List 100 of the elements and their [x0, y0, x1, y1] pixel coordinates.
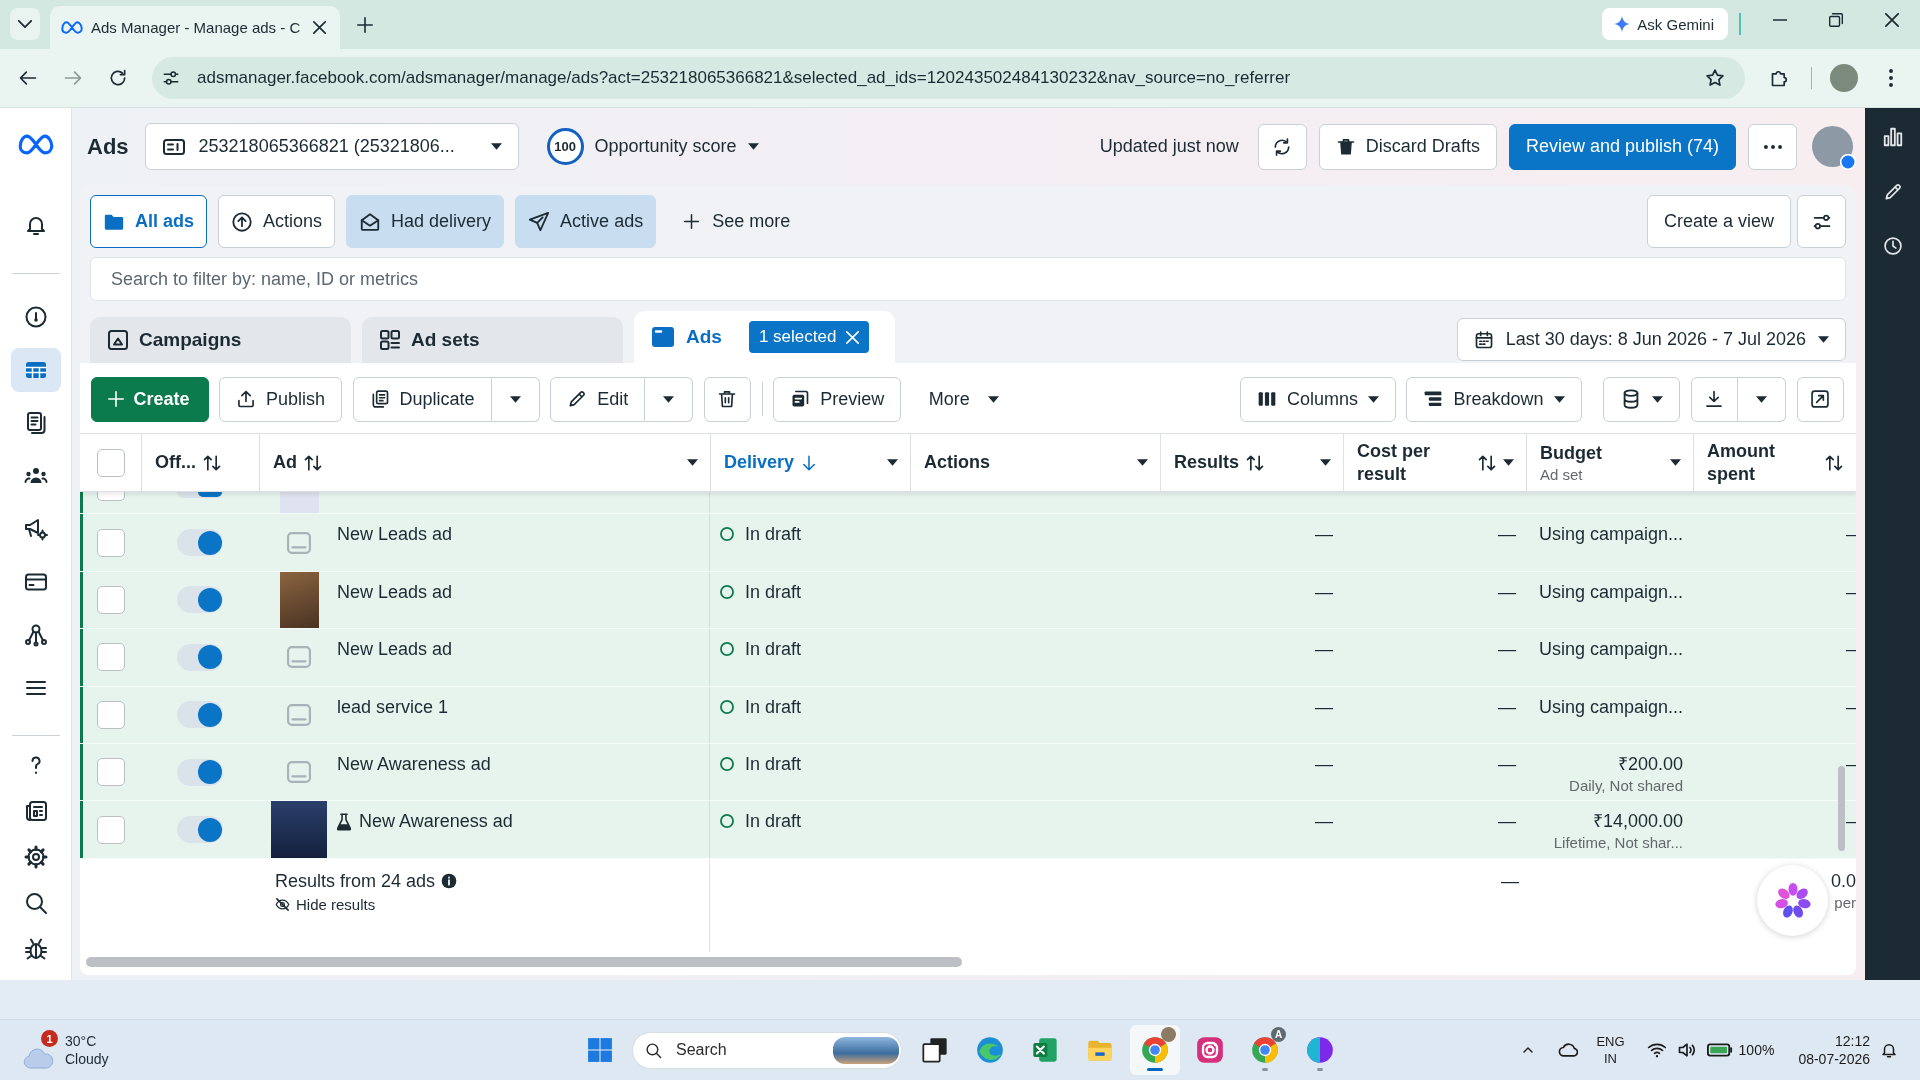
row-checkbox[interactable]: [96, 643, 125, 672]
column-header[interactable]: Budget Ad set: [1526, 434, 1693, 491]
column-header[interactable]: Ad: [259, 434, 710, 491]
ad-name[interactable]: New Awareness ad: [337, 751, 491, 776]
bar-chart-icon[interactable]: [1881, 126, 1904, 148]
browser-tab[interactable]: Ads Manager - Manage ads - C: [50, 6, 340, 49]
amount-value: –: [1846, 523, 1856, 547]
column-header[interactable]: Off...: [141, 434, 259, 491]
filter-button[interactable]: Actions: [218, 195, 336, 248]
horizontal-scrollbar[interactable]: [86, 957, 962, 967]
address-bar[interactable]: adsmanager.facebook.com/adsmanager/manage/ads?act=253218065366821&selected_ad_ids=120243502484130232&nav_source=no_referrer: [152, 57, 1745, 99]
close-icon[interactable]: [313, 21, 326, 34]
see-more-button[interactable]: See more: [684, 201, 791, 242]
caret-icon: [663, 395, 675, 403]
column-header[interactable]: Actions: [910, 434, 1160, 491]
caret-icon[interactable]: [1137, 459, 1148, 466]
row-checkbox[interactable]: [96, 758, 125, 787]
row-checkbox[interactable]: [96, 528, 125, 557]
search-field[interactable]: Search to filter by: name, ID or metrics: [90, 257, 1846, 301]
ad-name[interactable]: New Awareness ad: [359, 809, 513, 834]
language-indicator[interactable]: ENG: [1596, 1033, 1625, 1050]
restore-icon: [1829, 13, 1843, 27]
caret-icon[interactable]: [687, 459, 698, 466]
ad-thumbnail[interactable]: [271, 801, 327, 858]
row-checkbox[interactable]: [96, 815, 125, 844]
ad-name[interactable]: lead service 1: [337, 694, 449, 719]
review-publish-button[interactable]: Review and publish (74): [1508, 123, 1736, 170]
caret-icon[interactable]: [1320, 459, 1331, 466]
caret-icon[interactable]: [1503, 459, 1514, 466]
filter-button[interactable]: Active ads: [515, 195, 657, 248]
reports-button[interactable]: [1603, 376, 1680, 422]
column-header[interactable]: Cost per result: [1343, 434, 1526, 491]
region-indicator[interactable]: IN: [1603, 1050, 1617, 1067]
columns-button[interactable]: Columns: [1239, 376, 1396, 422]
preview-button[interactable]: Preview: [773, 376, 902, 422]
column-header[interactable]: Delivery: [710, 434, 910, 491]
ad-thumbnail[interactable]: [279, 492, 319, 514]
view-settings-button[interactable]: [1797, 195, 1846, 248]
level-tab[interactable]: Campaigns: [90, 317, 351, 363]
weather-condition[interactable]: Cloudy: [65, 1050, 109, 1068]
caret-icon[interactable]: [1670, 459, 1681, 466]
download-button[interactable]: [1690, 376, 1738, 422]
level-tab[interactable]: Ads 1 selected: [634, 311, 895, 363]
discard-drafts-button[interactable]: Discard Drafts: [1318, 123, 1497, 170]
star-icon[interactable]: [1705, 68, 1725, 88]
download-icon: [1704, 389, 1725, 410]
tab-search-button[interactable]: [10, 8, 40, 40]
date-range-button[interactable]: Last 30 days: 8 Jun 2026 - 7 Jul 2026: [1456, 318, 1846, 361]
select-all-checkbox[interactable]: [96, 448, 125, 477]
vertical-scrollbar[interactable]: [1838, 766, 1845, 851]
caret-icon[interactable]: [887, 459, 898, 466]
battery-icon[interactable]: [1706, 1042, 1733, 1058]
clock-time[interactable]: 12:12: [1834, 1032, 1870, 1050]
refresh-button[interactable]: [1257, 123, 1307, 170]
account-selector[interactable]: 253218065366821 (25321806...: [144, 123, 519, 170]
row-checkbox[interactable]: [96, 585, 125, 614]
taskbar-app[interactable]: A: [1240, 1025, 1290, 1075]
newspaper-icon: [23, 799, 48, 823]
column-header[interactable]: Results: [1160, 434, 1343, 491]
selection-chip[interactable]: 1 selected: [748, 321, 870, 353]
temperature[interactable]: 30°C: [65, 1032, 109, 1050]
toggle-switch[interactable]: [177, 643, 223, 671]
info-icon[interactable]: [441, 872, 458, 889]
filter-button[interactable]: Had delivery: [346, 195, 505, 248]
column-header[interactable]: Amount spent: [1693, 434, 1856, 491]
battery-level[interactable]: 100%: [1738, 1042, 1775, 1058]
profile-avatar[interactable]: [1812, 126, 1853, 167]
toggle-switch[interactable]: [177, 701, 223, 729]
ad-thumbnail[interactable]: [279, 571, 319, 629]
external-link-button[interactable]: [1796, 376, 1844, 422]
clock-icon[interactable]: [1882, 236, 1903, 256]
breakdown-button[interactable]: Breakdown: [1406, 376, 1582, 422]
toggle-switch[interactable]: [177, 816, 223, 844]
ad-name[interactable]: New Leads ad: [337, 637, 453, 662]
clock-date[interactable]: 08-07-2026: [1798, 1050, 1870, 1068]
row-checkbox[interactable]: [96, 700, 125, 729]
ad-name[interactable]: New Leads ad: [337, 522, 453, 547]
opportunity-score-button[interactable]: 100 Opportunity score: [546, 128, 759, 165]
toggle-switch[interactable]: [177, 492, 223, 498]
level-tab[interactable]: Ad sets: [362, 317, 623, 363]
delete-button[interactable]: [703, 376, 752, 422]
ad-name[interactable]: New Leads ad: [337, 579, 453, 604]
profile-avatar[interactable]: [1830, 64, 1858, 92]
toggle-switch[interactable]: [177, 586, 223, 614]
filter-button[interactable]: All ads: [90, 195, 208, 248]
row-checkbox[interactable]: [96, 492, 125, 501]
toggle-switch[interactable]: [177, 758, 223, 786]
toggle-switch[interactable]: [177, 529, 223, 557]
more-button[interactable]: More: [911, 376, 1016, 422]
bell-icon[interactable]: [1880, 1041, 1898, 1059]
sliders-icon[interactable]: [162, 69, 180, 87]
ask-gemini-button[interactable]: Ask Gemini: [1602, 8, 1728, 40]
duplicate-button[interactable]: Duplicate: [352, 376, 492, 422]
create-button[interactable]: Create: [90, 376, 209, 422]
hide-results-button[interactable]: Hide results: [275, 893, 376, 916]
create-view-button[interactable]: Create a view: [1646, 195, 1791, 248]
cloud-icon[interactable]: [1558, 1040, 1579, 1060]
taskbar-search-button[interactable]: Search: [632, 1031, 902, 1069]
publish-button[interactable]: Publish: [219, 376, 343, 422]
edit-button[interactable]: Edit: [550, 376, 646, 422]
